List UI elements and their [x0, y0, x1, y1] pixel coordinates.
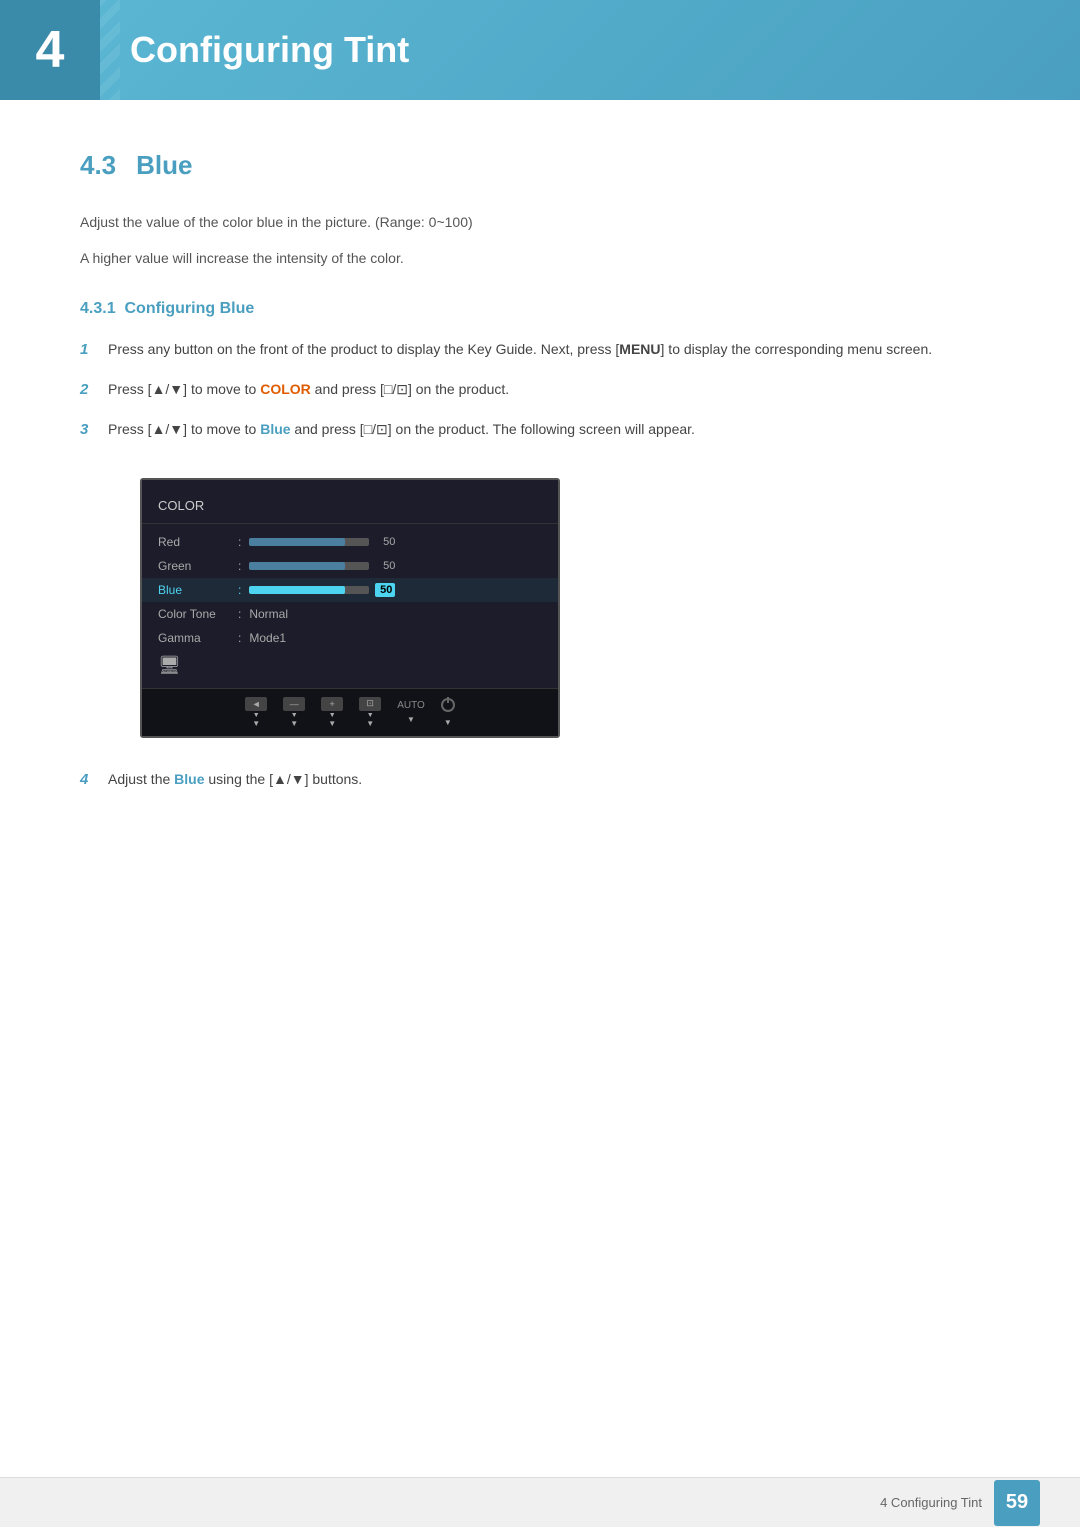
ctrl-auto-label: AUTO	[397, 700, 425, 711]
red-fill	[249, 538, 345, 546]
subsection-title: 4.3.1 Configuring Blue	[80, 300, 1000, 318]
menu-item-blue: Blue : 50	[142, 578, 558, 602]
step-3: 3 Press [▲/▼] to move to Blue and press …	[80, 418, 1000, 442]
step-4: 4 Adjust the Blue using the [▲/▼] button…	[80, 768, 1000, 792]
blue-highlight-step3: Blue	[260, 421, 290, 437]
page-number: 59	[994, 1480, 1040, 1526]
green-value: 50	[375, 560, 395, 572]
monitor-screenshot: COLOR Red : 50 Green :	[140, 478, 560, 738]
gamma-label: Gamma	[158, 631, 238, 645]
chapter-title: Configuring Tint	[100, 29, 409, 71]
menu-item-green: Green : 50	[142, 554, 558, 578]
green-label: Green	[158, 559, 238, 573]
step-2: 2 Press [▲/▼] to move to COLOR and press…	[80, 378, 1000, 402]
red-value: 50	[375, 536, 395, 548]
ctrl-left: ◄	[245, 697, 267, 711]
ctrl-minus: —	[283, 697, 305, 711]
page-footer: 4 Configuring Tint 59	[0, 1477, 1080, 1527]
color-highlight: COLOR	[260, 381, 311, 397]
step-num-2: 2	[80, 378, 108, 402]
step-text-2: Press [▲/▼] to move to COLOR and press […	[108, 378, 1000, 402]
steps-list: 1 Press any button on the front of the p…	[80, 338, 1000, 442]
step-num-3: 3	[80, 418, 108, 442]
green-bar	[249, 562, 369, 570]
step-1: 1 Press any button on the front of the p…	[80, 338, 1000, 362]
menu-item-red: Red : 50	[142, 530, 558, 554]
chapter-number: 4	[0, 0, 100, 100]
red-bar	[249, 538, 369, 546]
menu-title: COLOR	[142, 492, 558, 524]
step-text-4: Adjust the Blue using the [▲/▼] buttons.	[108, 768, 1000, 792]
ctrl-power	[441, 698, 455, 712]
red-bar-container: 50	[249, 536, 542, 548]
header-banner: 4 Configuring Tint	[0, 0, 1080, 100]
colortone-label: Color Tone	[158, 607, 238, 621]
step-num-1: 1	[80, 338, 108, 362]
green-bar-container: 50	[249, 560, 542, 572]
blue-highlight-step4: Blue	[174, 771, 204, 787]
blue-fill	[249, 586, 345, 594]
menu-key: MENU	[619, 341, 660, 357]
menu-item-colortone: Color Tone : Normal	[142, 602, 558, 626]
blue-value: 50	[375, 583, 395, 597]
menu-item-gamma: Gamma : Mode1	[142, 626, 558, 650]
description-1: Adjust the value of the color blue in th…	[80, 211, 1000, 233]
monitor-icon: 🖥	[158, 655, 181, 676]
footer-text: 4 Configuring Tint	[880, 1495, 982, 1510]
monitor-controls: ◄ ▼ — ▼ + ▼ ⊡	[142, 688, 558, 736]
green-fill	[249, 562, 345, 570]
gamma-value: Mode1	[249, 631, 286, 645]
section-title: 4.3Blue	[80, 150, 1000, 181]
ctrl-plus: +	[321, 697, 343, 711]
main-content: 4.3Blue Adjust the value of the color bl…	[0, 100, 1080, 888]
red-label: Red	[158, 535, 238, 549]
description-2: A higher value will increase the intensi…	[80, 247, 1000, 269]
blue-bar	[249, 586, 369, 594]
colortone-value: Normal	[249, 607, 288, 621]
step-text-1: Press any button on the front of the pro…	[108, 338, 1000, 362]
step4-list: 4 Adjust the Blue using the [▲/▼] button…	[80, 768, 1000, 792]
step-text-3: Press [▲/▼] to move to Blue and press [□…	[108, 418, 1000, 442]
step-num-4: 4	[80, 768, 108, 792]
monitor-screen: COLOR Red : 50 Green :	[140, 478, 560, 738]
blue-bar-container: 50	[249, 583, 542, 597]
color-menu: COLOR Red : 50 Green :	[142, 480, 558, 688]
ctrl-enter: ⊡	[359, 697, 381, 711]
blue-label: Blue	[158, 583, 238, 597]
